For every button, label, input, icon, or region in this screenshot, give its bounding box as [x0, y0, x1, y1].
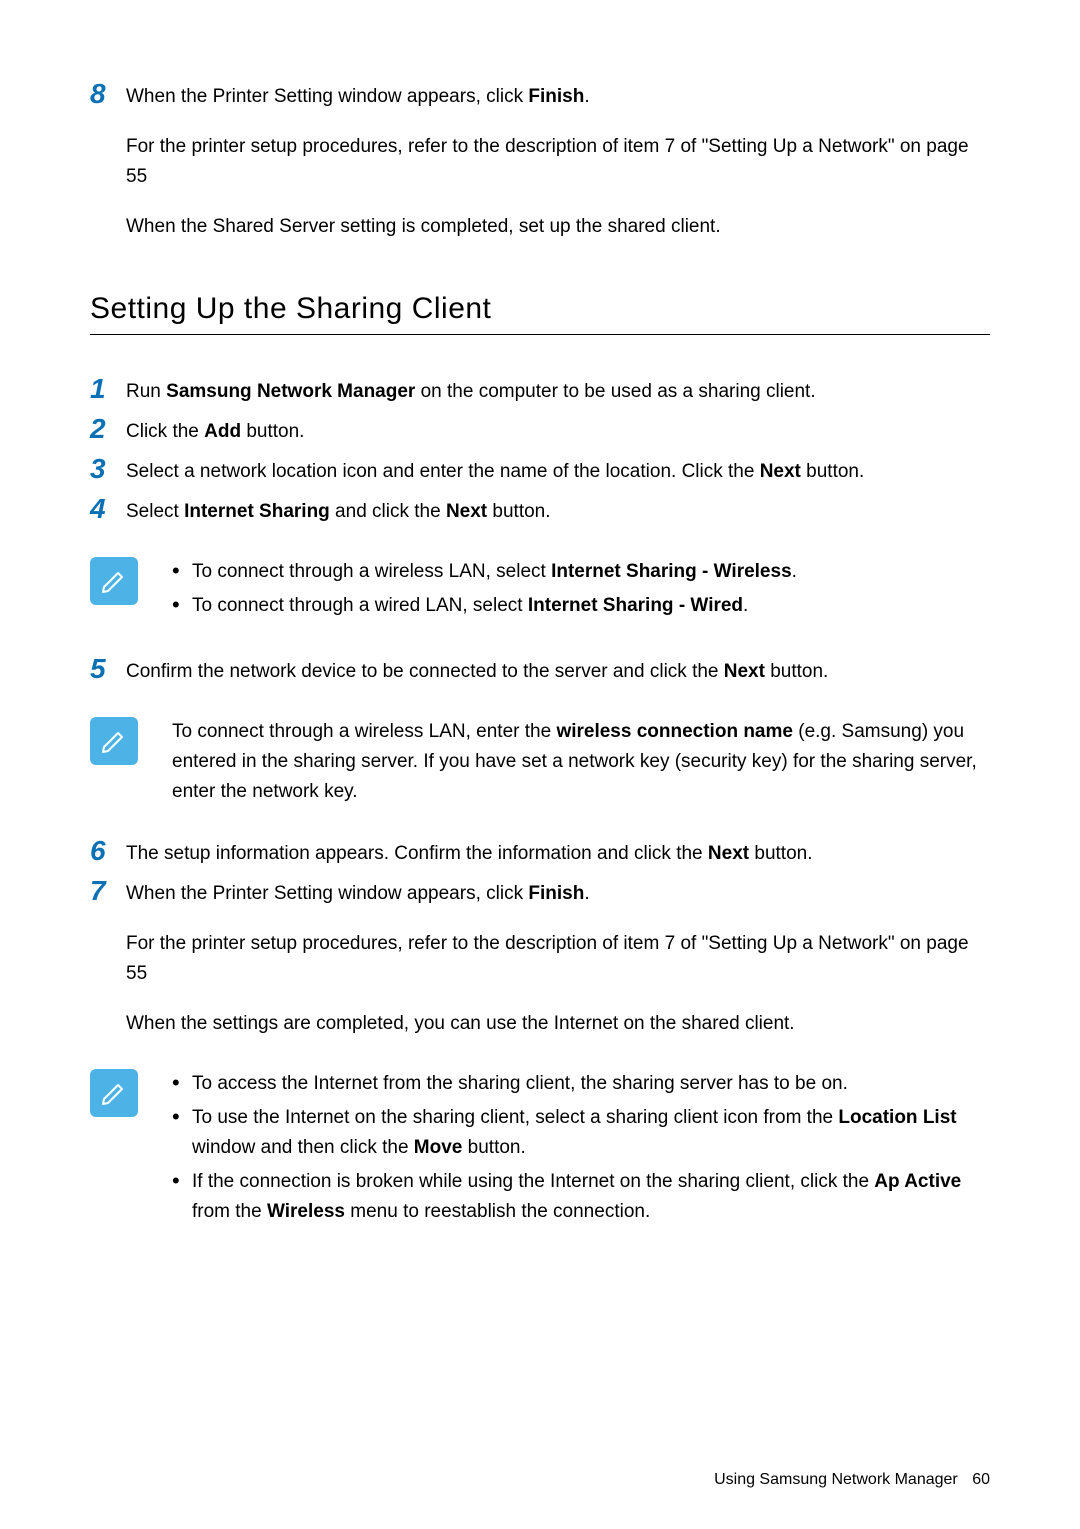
client-step-4-bold: Internet Sharing [184, 501, 330, 522]
note-3-b2-bold2: Move [414, 1137, 463, 1158]
client-step-3-text: Select a network location icon and enter… [126, 455, 990, 487]
note-icon [90, 717, 138, 765]
pencil-note-icon [98, 1077, 130, 1109]
client-step-1-text: Run Samsung Network Manager on the compu… [126, 375, 990, 407]
note-1-b1-pre: To connect through a wireless LAN, selec… [192, 561, 551, 582]
client-step-4-number: 4 [90, 495, 126, 523]
client-step-7-row: 7 When the Printer Setting window appear… [90, 877, 990, 909]
client-step-3-bold: Next [760, 461, 801, 482]
note-1-bullet-2: To connect through a wired LAN, select I… [172, 591, 990, 621]
client-step-1-bold: Samsung Network Manager [166, 381, 415, 402]
client-step-7-number: 7 [90, 877, 126, 905]
client-step-7-pre: When the Printer Setting window appears,… [126, 883, 528, 904]
note-3-bullet-1: To access the Internet from the sharing … [172, 1069, 990, 1099]
client-step-6-number: 6 [90, 837, 126, 865]
note-3-b3-post: menu to reestablish the connection. [345, 1201, 650, 1222]
client-step-3-row: 3 Select a network location icon and ent… [90, 455, 990, 487]
section-divider [90, 334, 990, 335]
step-8-text-bold: Finish [528, 86, 584, 107]
step-8-text: When the Printer Setting window appears,… [126, 80, 990, 112]
client-step-4-pre: Select [126, 501, 184, 522]
note-1-b2-post: . [743, 595, 748, 616]
client-step-5-row: 5 Confirm the network device to be conne… [90, 655, 990, 687]
client-step-5-pre: Confirm the network device to be connect… [126, 661, 724, 682]
client-step-6-row: 6 The setup information appears. Confirm… [90, 837, 990, 869]
client-step-4-text: Select Internet Sharing and click the Ne… [126, 495, 990, 527]
note-1-b2-bold: Internet Sharing - Wired [528, 595, 743, 616]
pencil-note-icon [98, 725, 130, 757]
client-step-7-line2: For the printer setup procedures, refer … [126, 929, 990, 989]
client-step-1-post: on the computer to be used as a sharing … [415, 381, 815, 402]
step-8-text-pre: When the Printer Setting window appears,… [126, 86, 528, 107]
note-3-bullet-3: If the connection is broken while using … [172, 1167, 990, 1227]
note-1-b1-post: . [792, 561, 797, 582]
client-step-3-number: 3 [90, 455, 126, 483]
page-footer: Using Samsung Network Manager 60 [714, 1471, 990, 1489]
note-3-content: To access the Internet from the sharing … [172, 1069, 990, 1231]
note-1-bullet-1: To connect through a wireless LAN, selec… [172, 557, 990, 587]
note-block-2: To connect through a wireless LAN, enter… [90, 717, 990, 807]
footer-text: Using Samsung Network Manager [714, 1471, 958, 1488]
step-8-line3: When the Shared Server setting is comple… [126, 212, 990, 242]
note-1-content: To connect through a wireless LAN, selec… [172, 557, 990, 625]
note-3-bullet-2: To use the Internet on the sharing clien… [172, 1103, 990, 1163]
note-block-3: To access the Internet from the sharing … [90, 1069, 990, 1231]
client-step-4-row: 4 Select Internet Sharing and click the … [90, 495, 990, 527]
pencil-note-icon [98, 565, 130, 597]
client-step-2-post: button. [241, 421, 304, 442]
client-step-2-bold: Add [204, 421, 241, 442]
step-8-row: 8 When the Printer Setting window appear… [90, 80, 990, 112]
note-icon [90, 1069, 138, 1117]
note-icon [90, 557, 138, 605]
client-step-7-line3: When the settings are completed, you can… [126, 1009, 990, 1039]
client-step-2-row: 2 Click the Add button. [90, 415, 990, 447]
note-3-b3-mid: from the [192, 1201, 267, 1222]
client-step-5-bold: Next [724, 661, 765, 682]
note-3-b3-bold2: Wireless [267, 1201, 345, 1222]
client-step-4-mid: and click the [330, 501, 446, 522]
client-step-4-bold2: Next [446, 501, 487, 522]
note-3-b3-pre: If the connection is broken while using … [192, 1171, 874, 1192]
note-2-content: To connect through a wireless LAN, enter… [172, 717, 990, 807]
step-8-number: 8 [90, 80, 126, 108]
client-step-2-text: Click the Add button. [126, 415, 990, 447]
note-2-bold: wireless connection name [556, 721, 793, 742]
note-block-1: To connect through a wireless LAN, selec… [90, 557, 990, 625]
client-step-6-bold: Next [708, 843, 749, 864]
note-3-b2-bold: Location List [838, 1107, 956, 1128]
client-step-7-post: . [584, 883, 589, 904]
footer-page-number: 60 [972, 1471, 990, 1488]
client-step-3-pre: Select a network location icon and enter… [126, 461, 760, 482]
note-1-b1-bold: Internet Sharing - Wireless [551, 561, 792, 582]
client-step-6-text: The setup information appears. Confirm t… [126, 837, 990, 869]
step-8-text-post: . [584, 86, 589, 107]
note-3-b2-mid: window and then click the [192, 1137, 414, 1158]
client-step-1-row: 1 Run Samsung Network Manager on the com… [90, 375, 990, 407]
note-1-b2-pre: To connect through a wired LAN, select [192, 595, 528, 616]
client-step-6-pre: The setup information appears. Confirm t… [126, 843, 708, 864]
client-step-4-post: button. [487, 501, 550, 522]
client-step-1-number: 1 [90, 375, 126, 403]
client-step-2-pre: Click the [126, 421, 204, 442]
step-8-line2: For the printer setup procedures, refer … [126, 132, 990, 192]
client-step-6-post: button. [749, 843, 812, 864]
client-step-7-text: When the Printer Setting window appears,… [126, 877, 990, 909]
client-step-2-number: 2 [90, 415, 126, 443]
client-step-7-bold: Finish [528, 883, 584, 904]
note-3-b3-bold: Ap Active [874, 1171, 961, 1192]
client-step-5-number: 5 [90, 655, 126, 683]
client-step-5-post: button. [765, 661, 828, 682]
section-title: Setting Up the Sharing Client [90, 292, 990, 326]
note-3-b2-pre: To use the Internet on the sharing clien… [192, 1107, 838, 1128]
note-3-b2-post: button. [462, 1137, 525, 1158]
client-step-3-post: button. [801, 461, 864, 482]
client-step-1-pre: Run [126, 381, 166, 402]
note-2-pre: To connect through a wireless LAN, enter… [172, 721, 556, 742]
note-3-b1: To access the Internet from the sharing … [192, 1073, 848, 1094]
client-step-5-text: Confirm the network device to be connect… [126, 655, 990, 687]
